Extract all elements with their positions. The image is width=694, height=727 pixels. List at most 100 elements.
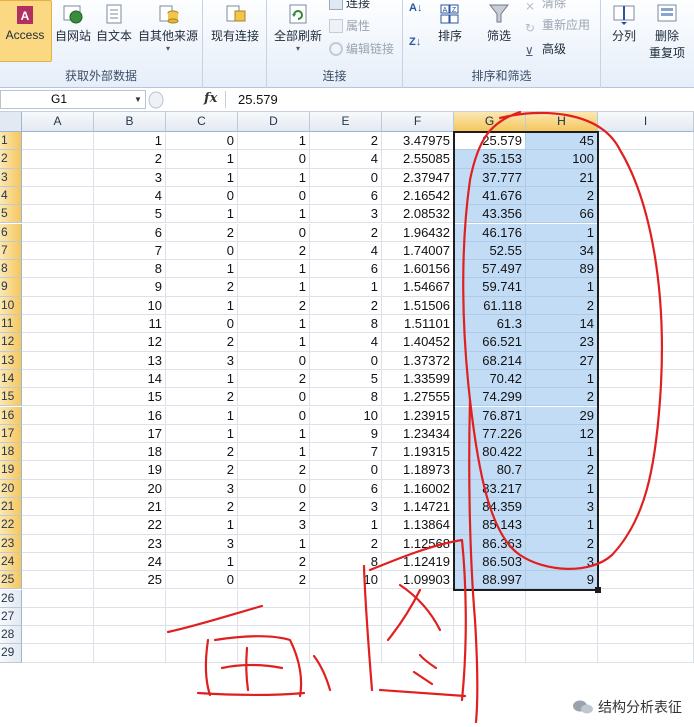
row-header[interactable]: 14 (0, 369, 22, 389)
row-header[interactable]: 28 (0, 626, 22, 645)
cell-b[interactable]: 25 (94, 571, 166, 590)
cell-e[interactable]: 0 (310, 351, 382, 370)
cell-d[interactable]: 2 (238, 461, 310, 480)
insert-function-icon[interactable]: fx (204, 91, 217, 106)
cell-h[interactable]: 2 (526, 534, 598, 553)
cell-e[interactable]: 2 (310, 534, 382, 553)
cell-a[interactable] (22, 626, 94, 645)
cell-d[interactable]: 0 (238, 388, 310, 407)
cell-b[interactable]: 3 (94, 168, 166, 187)
sort-a-to-z-button[interactable]: A↓ (409, 2, 422, 22)
cell-f[interactable]: 1.51101 (382, 315, 454, 334)
row-header[interactable]: 1 (0, 132, 22, 151)
cell-g[interactable]: 35.153 (454, 150, 526, 169)
cell-d[interactable]: 2 (238, 369, 310, 389)
remove-duplicates-button[interactable]: 删除 重复项 (647, 0, 687, 80)
row-header[interactable]: 2 (0, 150, 22, 169)
formula-bar-resize-handle[interactable] (148, 91, 164, 109)
cell-h[interactable]: 14 (526, 315, 598, 334)
cell-d[interactable] (238, 607, 310, 627)
cell-h[interactable]: 2 (526, 296, 598, 315)
column-header-f[interactable]: F (382, 112, 454, 132)
cell-c[interactable]: 0 (166, 186, 238, 206)
cell-d[interactable]: 1 (238, 278, 310, 297)
cell-b[interactable] (94, 607, 166, 627)
cell-a[interactable] (22, 406, 94, 425)
cell-b[interactable]: 23 (94, 534, 166, 553)
cell-g[interactable]: 86.503 (454, 552, 526, 572)
cell-a[interactable] (22, 479, 94, 498)
cell-f[interactable]: 2.16542 (382, 186, 454, 206)
cell-b[interactable] (94, 644, 166, 663)
cell-h[interactable]: 1 (526, 278, 598, 297)
column-header-e[interactable]: E (310, 112, 382, 132)
row-header[interactable]: 11 (0, 315, 22, 334)
cell-f[interactable]: 1.23434 (382, 424, 454, 444)
cell-a[interactable] (22, 351, 94, 370)
cell-i[interactable] (598, 626, 694, 645)
edit-links-button[interactable]: 编辑链接 (329, 40, 394, 60)
cell-d[interactable]: 1 (238, 168, 310, 187)
cell-i[interactable] (598, 296, 694, 315)
cell-g[interactable]: 86.363 (454, 534, 526, 553)
cell-g[interactable]: 88.997 (454, 571, 526, 590)
row-header[interactable]: 22 (0, 516, 22, 535)
cell-e[interactable]: 2 (310, 296, 382, 315)
cell-h[interactable] (526, 607, 598, 627)
cell-i[interactable] (598, 351, 694, 370)
row-header[interactable]: 12 (0, 333, 22, 352)
cell-h[interactable]: 1 (526, 479, 598, 498)
cell-f[interactable]: 1.96432 (382, 223, 454, 242)
cell-e[interactable]: 0 (310, 168, 382, 187)
row-header[interactable]: 24 (0, 552, 22, 572)
properties-button[interactable]: 属性 (329, 17, 370, 37)
row-header[interactable]: 13 (0, 351, 22, 370)
cell-c[interactable]: 0 (166, 241, 238, 261)
cell-a[interactable] (22, 223, 94, 242)
cell-e[interactable]: 4 (310, 333, 382, 352)
cell-i[interactable] (598, 644, 694, 663)
cell-g[interactable]: 84.359 (454, 498, 526, 517)
cell-e[interactable]: 6 (310, 479, 382, 498)
cell-g[interactable]: 66.521 (454, 333, 526, 352)
cell-e[interactable]: 2 (310, 223, 382, 242)
row-header[interactable]: 6 (0, 223, 22, 242)
cell-i[interactable] (598, 186, 694, 206)
row-header[interactable]: 20 (0, 479, 22, 498)
cell-h[interactable]: 2 (526, 186, 598, 206)
cell-d[interactable]: 0 (238, 223, 310, 242)
cell-c[interactable]: 2 (166, 388, 238, 407)
sort-button[interactable]: AZ 排序 (433, 0, 467, 62)
cell-b[interactable]: 12 (94, 333, 166, 352)
cell-b[interactable]: 15 (94, 388, 166, 407)
cell-e[interactable]: 6 (310, 186, 382, 206)
cell-a[interactable] (22, 571, 94, 590)
cell-d[interactable]: 0 (238, 351, 310, 370)
cell-g[interactable]: 70.42 (454, 369, 526, 389)
cell-c[interactable]: 1 (166, 150, 238, 169)
cell-b[interactable] (94, 589, 166, 608)
cell-g[interactable]: 61.3 (454, 315, 526, 334)
cell-e[interactable]: 4 (310, 150, 382, 169)
advanced-filter-button[interactable]: ⊻ 高级 (525, 40, 566, 60)
row-header[interactable]: 29 (0, 644, 22, 663)
cell-f[interactable]: 1.54667 (382, 278, 454, 297)
cell-i[interactable] (598, 406, 694, 425)
cell-i[interactable] (598, 589, 694, 608)
cell-f[interactable]: 3.47975 (382, 132, 454, 151)
cell-a[interactable] (22, 369, 94, 389)
cell-d[interactable]: 0 (238, 406, 310, 425)
cell-d[interactable]: 2 (238, 241, 310, 261)
cell-b[interactable]: 5 (94, 205, 166, 224)
cell-f[interactable]: 1.40452 (382, 333, 454, 352)
cell-b[interactable]: 21 (94, 498, 166, 517)
cell-c[interactable]: 1 (166, 516, 238, 535)
cell-b[interactable]: 9 (94, 278, 166, 297)
cell-a[interactable] (22, 315, 94, 334)
cell-d[interactable]: 1 (238, 534, 310, 553)
row-header[interactable]: 3 (0, 168, 22, 187)
cell-b[interactable]: 18 (94, 443, 166, 462)
cell-c[interactable]: 1 (166, 552, 238, 572)
cell-a[interactable] (22, 516, 94, 535)
cell-f[interactable]: 1.51506 (382, 296, 454, 315)
